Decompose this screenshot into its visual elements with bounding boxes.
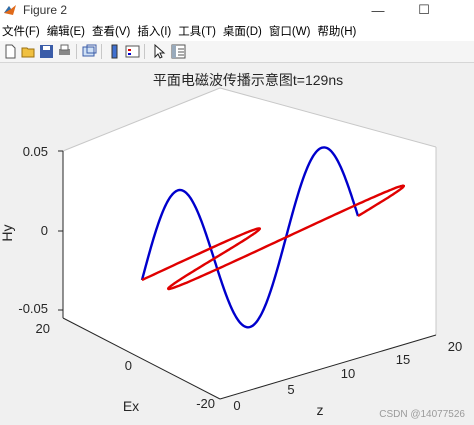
property-editor-icon[interactable] — [170, 43, 187, 60]
z-tick-label: 0 — [233, 398, 240, 413]
z-tick-label: 20 — [448, 339, 462, 354]
z-axis-label: z — [317, 402, 324, 418]
legend-icon[interactable] — [124, 43, 141, 60]
window-titlebar: Figure 2 — ☐ — [0, 0, 474, 20]
toolbar-separator — [76, 44, 77, 59]
colorbar-icon[interactable] — [106, 43, 123, 60]
hy-tick-label: 0.05 — [23, 144, 48, 159]
minimize-icon: — — [371, 2, 385, 18]
new-file-icon[interactable] — [2, 43, 19, 60]
save-icon[interactable] — [38, 43, 55, 60]
edit-plot-arrow-icon[interactable] — [150, 43, 167, 60]
hy-tick-label: 0 — [41, 223, 48, 238]
matlab-icon — [4, 5, 16, 15]
z-tick-label: 10 — [341, 366, 355, 381]
link-figure-icon[interactable] — [81, 43, 98, 60]
figure-canvas[interactable]: 平面电磁波传播示意图t=129ns 0.05 0 -0.05 Hy 20 0 -… — [0, 63, 474, 425]
print-icon[interactable] — [56, 43, 73, 60]
menu-view[interactable]: 查看(V) — [92, 23, 135, 39]
minimize-button[interactable]: — — [358, 0, 398, 20]
window-title: Figure 2 — [23, 3, 68, 17]
toolbar-separator — [101, 44, 102, 59]
maximize-icon: ☐ — [418, 2, 430, 17]
z-tick-label: 15 — [396, 352, 410, 367]
menu-tools[interactable]: 工具(T) — [178, 23, 221, 39]
axes-box-face — [63, 88, 436, 399]
plot-title: 平面电磁波传播示意图t=129ns — [153, 72, 343, 88]
maximize-button[interactable]: ☐ — [404, 0, 444, 20]
menu-window[interactable]: 窗口(W) — [269, 23, 316, 39]
menu-insert[interactable]: 插入(I) — [137, 23, 176, 39]
menu-edit[interactable]: 编辑(E) — [47, 23, 90, 39]
ex-tick-label: 20 — [36, 321, 50, 336]
figure-toolbar — [0, 41, 474, 63]
hy-tick-label: -0.05 — [18, 301, 48, 316]
open-folder-icon[interactable] — [20, 43, 37, 60]
ex-tick-label: 0 — [125, 358, 132, 373]
toolbar-separator — [144, 44, 145, 59]
menu-desktop[interactable]: 桌面(D) — [223, 23, 267, 39]
menu-help[interactable]: 帮助(H) — [317, 23, 361, 39]
hy-tick-marks — [58, 150, 63, 311]
watermark: CSDN @14077526 — [379, 409, 465, 420]
ex-axis-label: Ex — [123, 398, 139, 414]
hy-axis-label: Hy — [0, 224, 15, 241]
hy-axis-ticks: 0.05 0 -0.05 — [18, 144, 48, 316]
menu-file[interactable]: 文件(F) — [2, 23, 45, 39]
z-tick-label: 5 — [287, 382, 294, 397]
ex-tick-label: -20 — [196, 396, 215, 411]
menu-bar: 文件(F) 编辑(E) 查看(V) 插入(I) 工具(T) 桌面(D) 窗口(W… — [0, 20, 474, 41]
